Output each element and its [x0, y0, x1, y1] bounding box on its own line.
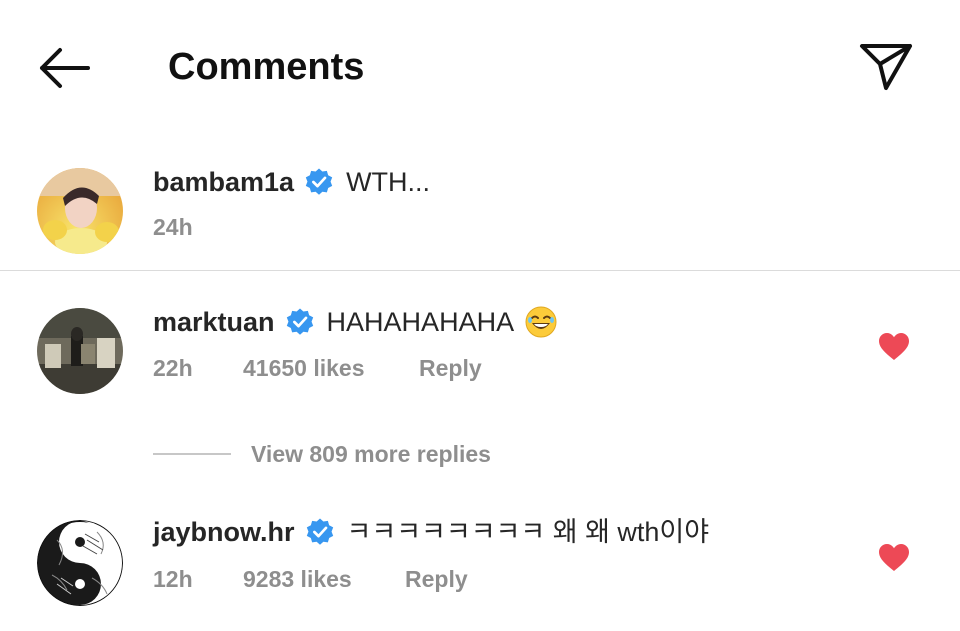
thread-line	[153, 453, 231, 455]
username[interactable]: jaybnow.hr	[153, 515, 295, 549]
avatar[interactable]	[37, 520, 123, 606]
verified-badge-icon	[286, 308, 313, 335]
back-button[interactable]	[34, 44, 94, 92]
comment-text: HAHAHAHAHA	[326, 307, 515, 337]
avatar-yin-yang-art	[37, 520, 123, 606]
comment-line: jaybnow.hr ㅋㅋㅋㅋㅋㅋㅋㅋ 왜 왜 wth이야	[153, 515, 709, 549]
like-button[interactable]	[878, 543, 910, 573]
timestamp: 12h	[153, 566, 193, 592]
caption-line: bambam1a WTH...	[153, 165, 430, 199]
comment-meta: 22h 41650 likes Reply	[153, 353, 482, 383]
comment-line: marktuan HAHAHAHAHA	[153, 305, 558, 339]
like-button[interactable]	[878, 332, 910, 362]
laughing-emoji-icon	[525, 306, 557, 338]
like-count[interactable]: 9283 likes	[243, 564, 405, 594]
heart-filled-icon	[879, 333, 909, 360]
username[interactable]: marktuan	[153, 305, 275, 339]
comment-text: ㅋㅋㅋㅋㅋㅋㅋㅋ 왜 왜 wth이야	[346, 517, 710, 547]
arrow-left-icon	[40, 48, 90, 88]
avatar[interactable]	[37, 168, 123, 254]
view-more-replies-button[interactable]: View 809 more replies	[153, 436, 491, 472]
top-bar: Comments	[0, 0, 960, 130]
verified-badge-icon	[305, 168, 333, 195]
like-count[interactable]: 41650 likes	[243, 353, 419, 383]
avatar[interactable]	[37, 308, 123, 394]
verified-badge-icon	[306, 518, 333, 545]
divider	[0, 270, 960, 271]
caption-text: WTH...	[346, 167, 431, 197]
timestamp: 24h	[153, 214, 193, 240]
username[interactable]: bambam1a	[153, 165, 294, 199]
share-button[interactable]	[856, 38, 916, 94]
view-replies-label: View 809 more replies	[251, 440, 491, 467]
caption-meta: 24h	[153, 212, 193, 242]
page-title: Comments	[168, 46, 365, 88]
reply-button[interactable]: Reply	[405, 564, 468, 594]
reply-button[interactable]: Reply	[419, 353, 482, 383]
avatar-photo-marktuan	[37, 308, 123, 394]
timestamp: 22h	[153, 355, 193, 381]
paper-plane-icon	[860, 44, 912, 90]
avatar-photo-bambam	[37, 168, 123, 254]
heart-filled-icon	[879, 544, 909, 571]
comment-meta: 12h 9283 likes Reply	[153, 564, 468, 594]
